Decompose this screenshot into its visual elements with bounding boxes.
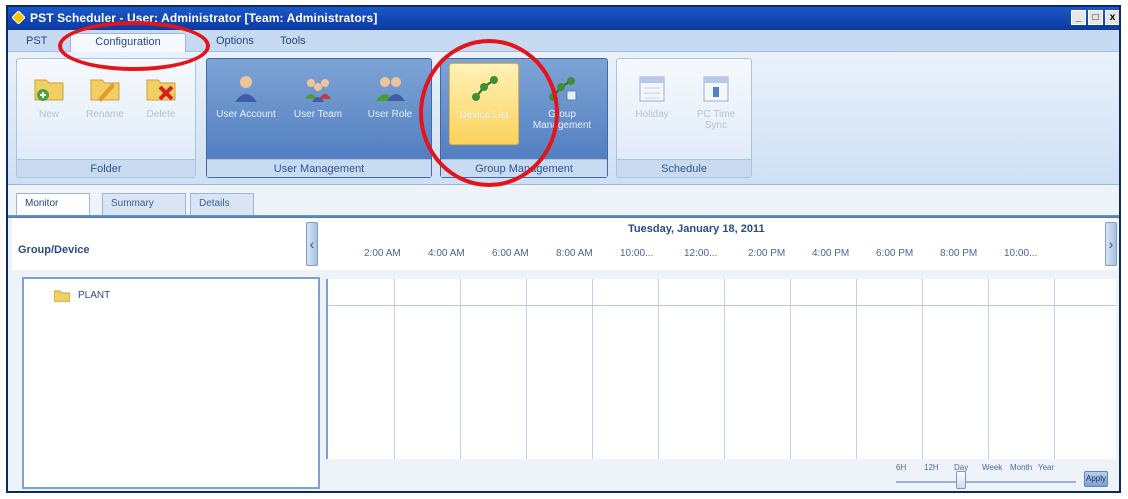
user-management-group: User Account User Team User Role User Ma… bbox=[206, 58, 432, 178]
new-folder-label: New bbox=[38, 109, 59, 120]
folder-icon bbox=[54, 290, 70, 302]
zoom-12h[interactable]: 12H bbox=[924, 463, 939, 472]
ribbon: New Rename Delete Folder User Account Us… bbox=[8, 52, 1119, 185]
menu-tab-options[interactable]: Options bbox=[208, 33, 262, 52]
app-diamond-icon bbox=[12, 11, 25, 24]
grid-column-line bbox=[988, 279, 989, 459]
user-role-icon bbox=[376, 77, 405, 101]
zoom-slider-track[interactable] bbox=[896, 481, 1076, 483]
group-management-label: Group Management bbox=[532, 109, 592, 131]
group-management-group-label: Group Management bbox=[441, 159, 607, 177]
time-axis: 2:00 AM 4:00 AM 6:00 AM 8:00 AM 10:00...… bbox=[364, 248, 1084, 262]
delete-folder-button[interactable]: Delete bbox=[135, 63, 187, 145]
content-area: Monitor Summary Details Group/Device ‹ T… bbox=[8, 185, 1119, 491]
grid-row-divider bbox=[328, 305, 1116, 306]
grid-column-line bbox=[790, 279, 791, 459]
user-management-group-label: User Management bbox=[207, 159, 431, 177]
group-management-icon bbox=[549, 77, 577, 101]
user-team-button[interactable]: User Team bbox=[285, 63, 351, 145]
time-label: 10:00... bbox=[1004, 248, 1038, 259]
grid-column-line bbox=[1054, 279, 1055, 459]
pc-time-sync-button[interactable]: PC Time Sync bbox=[685, 63, 747, 145]
menu-bar: PST Configuration Options Tools bbox=[8, 30, 1119, 52]
time-label: 2:00 AM bbox=[364, 248, 401, 259]
time-label: 4:00 PM bbox=[812, 248, 850, 259]
rename-folder-icon bbox=[90, 79, 120, 102]
pc-time-sync-label: PC Time Sync bbox=[696, 109, 736, 131]
group-device-header: Group/Device bbox=[18, 244, 90, 256]
delete-folder-label: Delete bbox=[146, 109, 176, 120]
schedule-group: Holiday PC Time Sync Schedule bbox=[616, 58, 752, 178]
grid-column-line bbox=[460, 279, 461, 459]
title-bar[interactable]: PST Scheduler - User: Administrator [Tea… bbox=[8, 7, 1119, 30]
menu-tab-pst[interactable]: PST bbox=[18, 33, 55, 52]
group-management-group: Device List Group Management Group Manag… bbox=[440, 58, 608, 178]
user-role-button[interactable]: User Role bbox=[357, 63, 423, 145]
user-team-label: User Team bbox=[293, 109, 343, 120]
user-account-icon bbox=[235, 76, 257, 102]
next-day-button[interactable]: › bbox=[1105, 222, 1117, 266]
previous-day-button[interactable]: ‹ bbox=[306, 222, 318, 266]
user-role-label: User Role bbox=[367, 109, 413, 120]
time-label: 2:00 PM bbox=[748, 248, 786, 259]
tab-summary[interactable]: Summary bbox=[102, 193, 186, 215]
grid-column-line bbox=[724, 279, 725, 459]
rename-folder-button[interactable]: Rename bbox=[79, 63, 131, 145]
grid-column-line bbox=[394, 279, 395, 459]
main-window: PST Scheduler - User: Administrator [Tea… bbox=[6, 5, 1121, 493]
menu-tab-tools[interactable]: Tools bbox=[272, 33, 314, 52]
time-label: 4:00 AM bbox=[428, 248, 465, 259]
rename-folder-label: Rename bbox=[86, 109, 124, 120]
time-label: 8:00 AM bbox=[556, 248, 593, 259]
time-sync-icon bbox=[703, 76, 729, 102]
tab-monitor[interactable]: Monitor bbox=[16, 193, 90, 216]
schedule-group-label: Schedule bbox=[617, 159, 751, 177]
maximize-button[interactable]: □ bbox=[1088, 10, 1103, 25]
time-label: 6:00 AM bbox=[492, 248, 529, 259]
time-label: 12:00... bbox=[684, 248, 718, 259]
close-button[interactable]: x bbox=[1105, 10, 1119, 25]
holiday-label: Holiday bbox=[635, 109, 669, 120]
group-device-tree: PLANT bbox=[22, 277, 320, 489]
grid-column-line bbox=[526, 279, 527, 459]
zoom-6h[interactable]: 6H bbox=[896, 463, 906, 472]
new-folder-button[interactable]: New bbox=[23, 63, 75, 145]
holiday-button[interactable]: Holiday bbox=[621, 63, 683, 145]
grid-column-line bbox=[658, 279, 659, 459]
time-label: 10:00... bbox=[620, 248, 654, 259]
folder-group: New Rename Delete Folder bbox=[16, 58, 196, 178]
grid-column-line bbox=[592, 279, 593, 459]
delete-folder-icon bbox=[146, 79, 176, 101]
zoom-week[interactable]: Week bbox=[982, 463, 1002, 472]
time-label: 8:00 PM bbox=[940, 248, 978, 259]
window-title: PST Scheduler - User: Administrator [Tea… bbox=[30, 11, 378, 25]
zoom-bar: 6H 12H Day Week Month Year Apply bbox=[326, 459, 1116, 491]
zoom-month[interactable]: Month bbox=[1010, 463, 1032, 472]
grid-column-line bbox=[856, 279, 857, 459]
menu-tab-configuration[interactable]: Configuration bbox=[70, 33, 186, 52]
grid-column-line bbox=[922, 279, 923, 459]
tab-details[interactable]: Details bbox=[190, 193, 254, 215]
folder-group-label: Folder bbox=[17, 159, 195, 177]
holiday-calendar-icon bbox=[639, 76, 665, 102]
add-folder-icon bbox=[34, 79, 64, 101]
apply-zoom-button[interactable]: Apply bbox=[1084, 471, 1108, 487]
zoom-year[interactable]: Year bbox=[1038, 463, 1054, 472]
user-team-icon bbox=[305, 79, 331, 102]
tree-item-label: PLANT bbox=[78, 290, 111, 301]
scheduler-header: Group/Device ‹ Tuesday, January 18, 2011… bbox=[12, 218, 1117, 270]
device-list-label: Device List bbox=[459, 110, 509, 121]
schedule-grid[interactable] bbox=[326, 279, 1116, 459]
user-account-button[interactable]: User Account bbox=[213, 63, 279, 145]
device-list-icon bbox=[472, 76, 498, 101]
group-management-button[interactable]: Group Management bbox=[527, 63, 597, 145]
device-list-button[interactable]: Device List bbox=[449, 63, 519, 145]
time-label: 6:00 PM bbox=[876, 248, 914, 259]
minimize-button[interactable]: _ bbox=[1071, 10, 1086, 25]
user-account-label: User Account bbox=[216, 109, 276, 120]
zoom-slider-thumb[interactable] bbox=[956, 471, 966, 489]
schedule-date: Tuesday, January 18, 2011 bbox=[628, 223, 765, 235]
